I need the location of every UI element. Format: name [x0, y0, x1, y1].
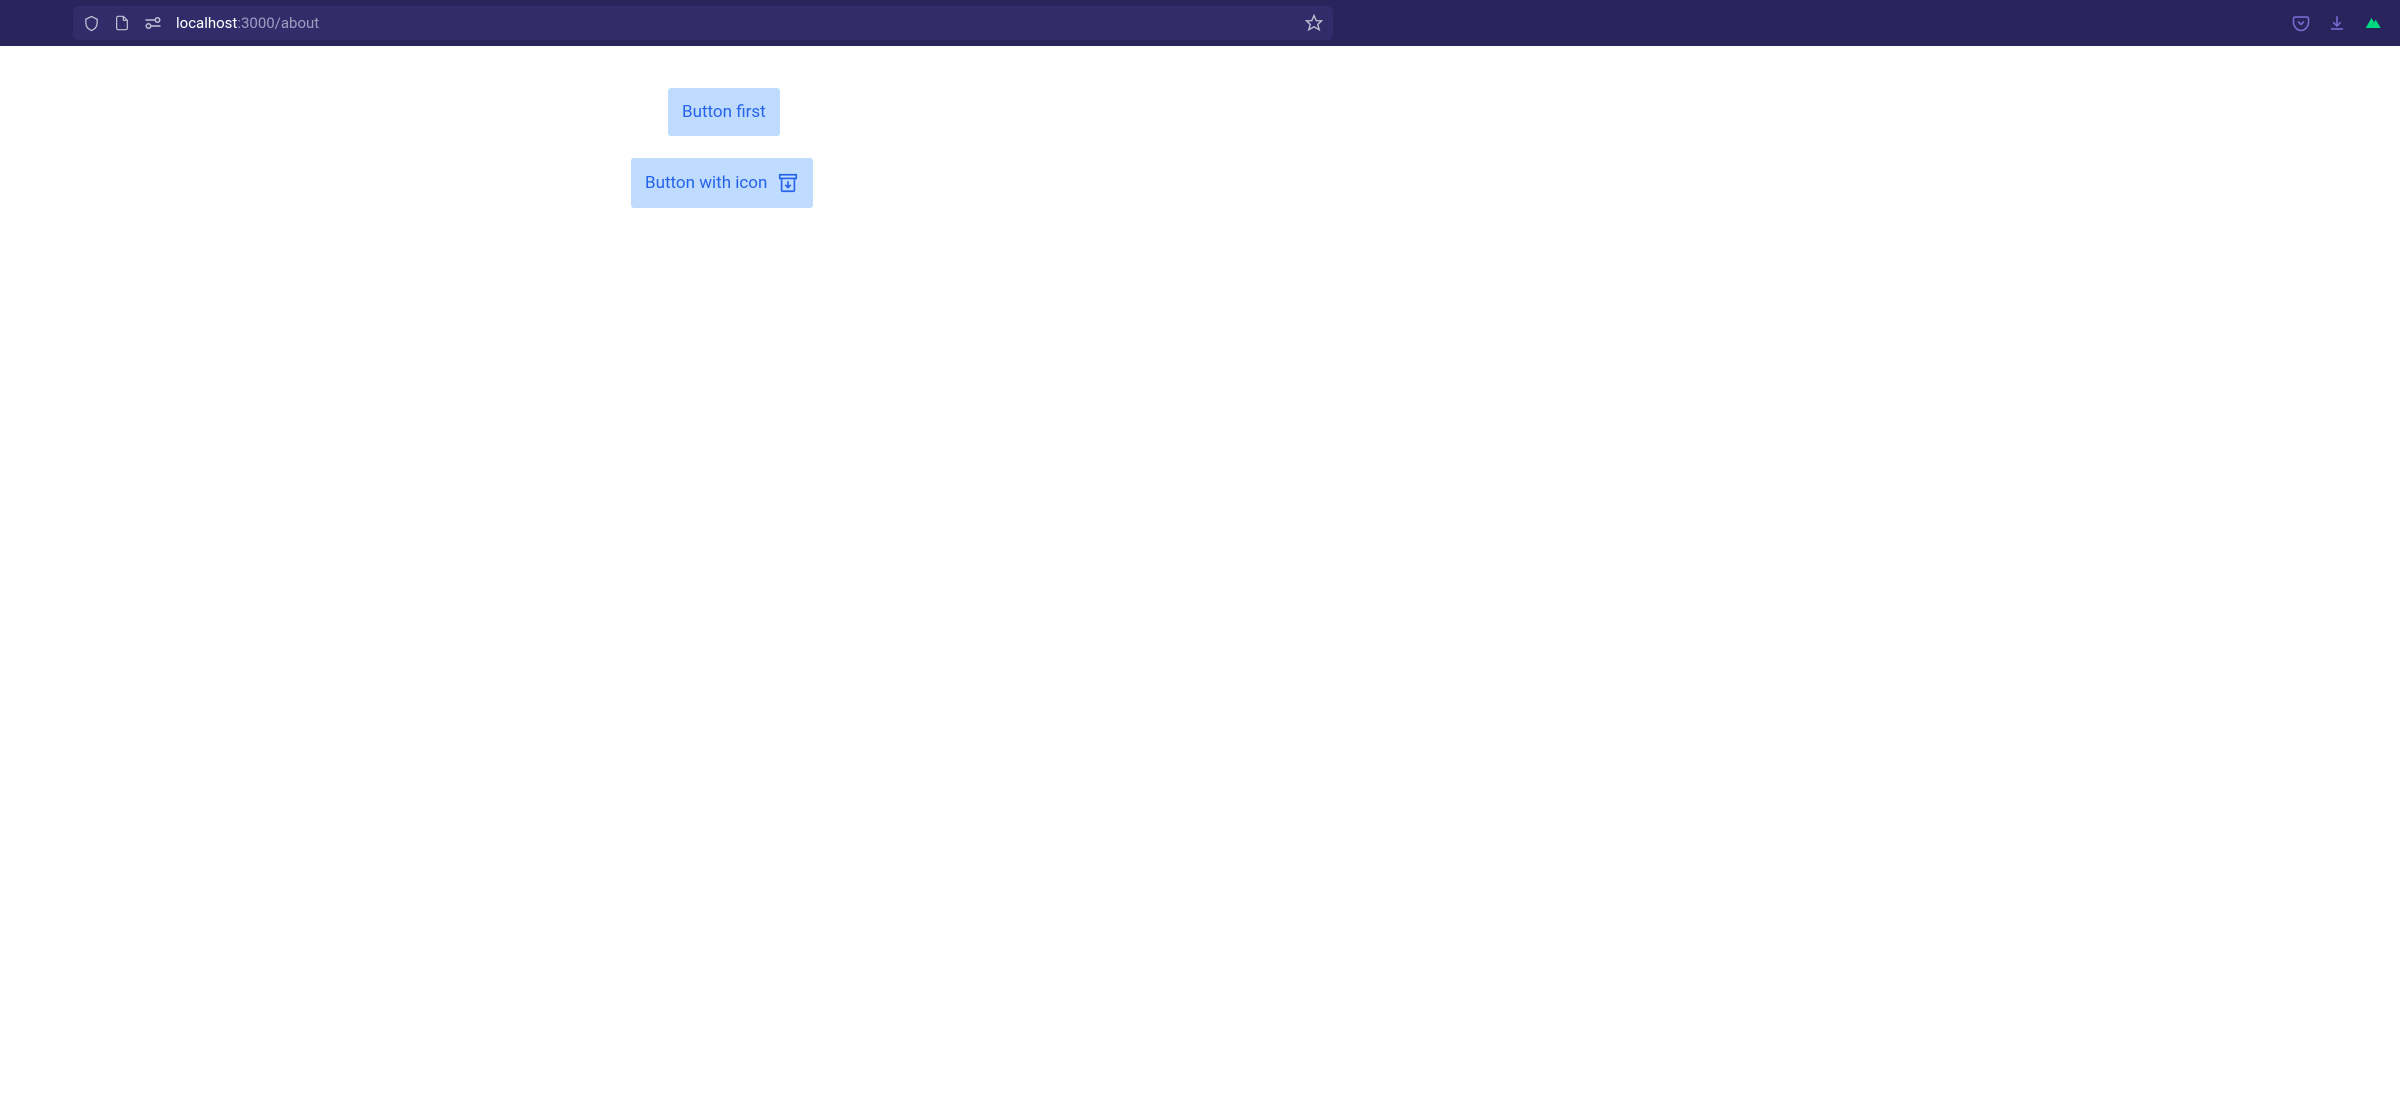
page-icon: [114, 15, 130, 31]
nuxt-devtools-icon[interactable]: [2364, 16, 2384, 30]
browser-address-bar: localhost:3000/about: [0, 0, 2400, 46]
archive-download-icon: [777, 172, 799, 194]
pocket-icon[interactable]: [2292, 14, 2310, 32]
button-with-icon-label: Button with icon: [645, 173, 767, 193]
url-text[interactable]: localhost:3000/about: [176, 14, 1291, 32]
browser-toolbar-right: [2292, 14, 2392, 32]
bookmark-star-icon[interactable]: [1305, 14, 1323, 32]
button-group: Button first Button with icon: [0, 88, 2400, 208]
download-icon[interactable]: [2328, 14, 2346, 32]
button-with-icon[interactable]: Button with icon: [631, 158, 813, 208]
url-host: localhost: [176, 14, 237, 32]
url-input-container[interactable]: localhost:3000/about: [73, 6, 1333, 40]
button-first-label: Button first: [682, 102, 766, 122]
settings-toggle-icon[interactable]: [144, 16, 162, 30]
page-content: Button first Button with icon: [0, 46, 2400, 208]
shield-icon[interactable]: [83, 15, 100, 32]
url-path: :3000/about: [237, 14, 319, 32]
button-first[interactable]: Button first: [668, 88, 780, 136]
